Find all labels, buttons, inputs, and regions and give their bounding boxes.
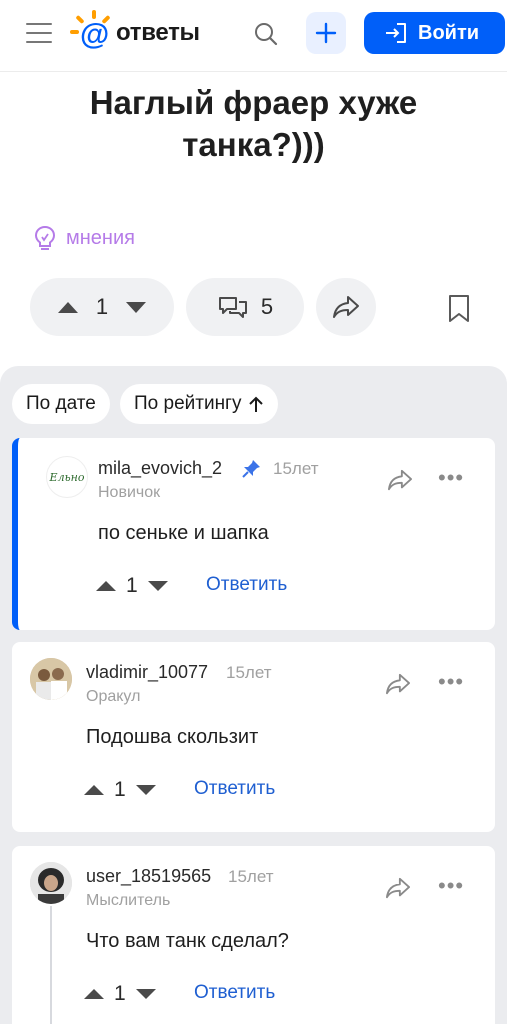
more-icon[interactable]: ••• — [438, 671, 464, 693]
share-icon[interactable] — [384, 876, 412, 900]
question-title: Наглый фраер хуже танка?))) — [89, 84, 418, 163]
arrow-up-icon — [248, 396, 263, 412]
avatar[interactable] — [30, 862, 72, 904]
answer-age: 15лет — [228, 867, 274, 886]
logo[interactable]: @ ответы — [70, 10, 200, 56]
logo-icon: @ — [70, 10, 112, 56]
menu-icon[interactable] — [26, 23, 52, 43]
answer-rank: Новичок — [98, 484, 161, 501]
bookmark-icon[interactable] — [446, 292, 472, 329]
sort-by-rating-button[interactable]: По рейтингу — [120, 384, 278, 424]
answers-section: По дате По рейтингу Ельно mila_evovich_2… — [0, 366, 507, 1024]
upvote-icon[interactable] — [84, 785, 104, 795]
answer-text: по сеньке и шапка — [98, 522, 269, 544]
question-vote-control: 1 — [30, 278, 174, 336]
top-bar: @ ответы Войти — [0, 0, 507, 72]
answer-username[interactable]: mila_evovich_2 — [98, 458, 222, 479]
answer-card: vladimir_10077 15лет Оракул ••• Подошва … — [12, 642, 495, 832]
search-icon[interactable] — [252, 20, 280, 48]
logo-text: ответы — [116, 19, 200, 46]
thread-line — [50, 906, 52, 1024]
comments-button[interactable]: 5 — [186, 278, 304, 336]
sort-by-date-button[interactable]: По дате — [12, 384, 110, 424]
answer-rank: Оракул — [86, 688, 141, 705]
answer-card: Ельно mila_evovich_2 15лет Новичок ••• п… — [12, 438, 495, 630]
answer-vote-control: 1 — [96, 574, 168, 598]
reply-button[interactable]: Ответить — [194, 982, 275, 1004]
answer-vote-count: 1 — [126, 574, 138, 597]
login-button[interactable]: Войти — [364, 12, 505, 54]
answer-vote-count: 1 — [114, 778, 126, 801]
upvote-icon[interactable] — [84, 989, 104, 999]
pin-icon — [242, 460, 260, 478]
share-icon — [333, 296, 359, 318]
answer-text: Что вам танк сделал? — [86, 930, 289, 952]
downvote-icon[interactable] — [126, 301, 147, 313]
answer-age: 15лет — [226, 663, 272, 682]
answer-username[interactable]: user_18519565 — [86, 866, 211, 887]
upvote-icon[interactable] — [96, 581, 116, 591]
plus-icon — [315, 22, 337, 44]
avatar[interactable]: Ельно — [46, 456, 88, 498]
answer-vote-control: 1 — [84, 778, 156, 802]
avatar[interactable] — [30, 658, 72, 700]
reply-button[interactable]: Ответить — [206, 574, 287, 596]
answer-rank: Мыслитель — [86, 892, 171, 909]
category-tag[interactable]: мнения — [32, 224, 135, 252]
answer-card: user_18519565 15лет Мыслитель ••• Что ва… — [12, 846, 495, 1024]
login-icon — [386, 23, 406, 43]
more-icon[interactable]: ••• — [438, 467, 464, 489]
downvote-icon[interactable] — [135, 785, 156, 795]
comments-count: 5 — [260, 294, 274, 319]
ask-question-button[interactable] — [306, 12, 346, 54]
share-button[interactable] — [316, 278, 376, 336]
answer-vote-count: 1 — [114, 982, 126, 1005]
reply-button[interactable]: Ответить — [194, 778, 275, 800]
more-icon[interactable]: ••• — [438, 875, 464, 897]
login-label: Войти — [418, 21, 480, 44]
answer-username[interactable]: vladimir_10077 — [86, 662, 208, 683]
sort-by-rating-label: По рейтингу — [134, 393, 242, 414]
answer-age: 15лет — [273, 459, 319, 478]
answer-text: Подошва скользит — [86, 726, 259, 748]
lightbulb-icon — [34, 225, 56, 250]
answer-vote-control: 1 — [84, 982, 156, 1006]
share-icon[interactable] — [386, 468, 414, 492]
downvote-icon[interactable] — [147, 581, 168, 591]
share-icon[interactable] — [384, 672, 412, 696]
category-label: мнения — [66, 226, 135, 249]
downvote-icon[interactable] — [135, 989, 156, 999]
question-vote-count: 1 — [95, 294, 109, 319]
comments-icon — [218, 297, 247, 318]
upvote-icon[interactable] — [57, 301, 78, 313]
